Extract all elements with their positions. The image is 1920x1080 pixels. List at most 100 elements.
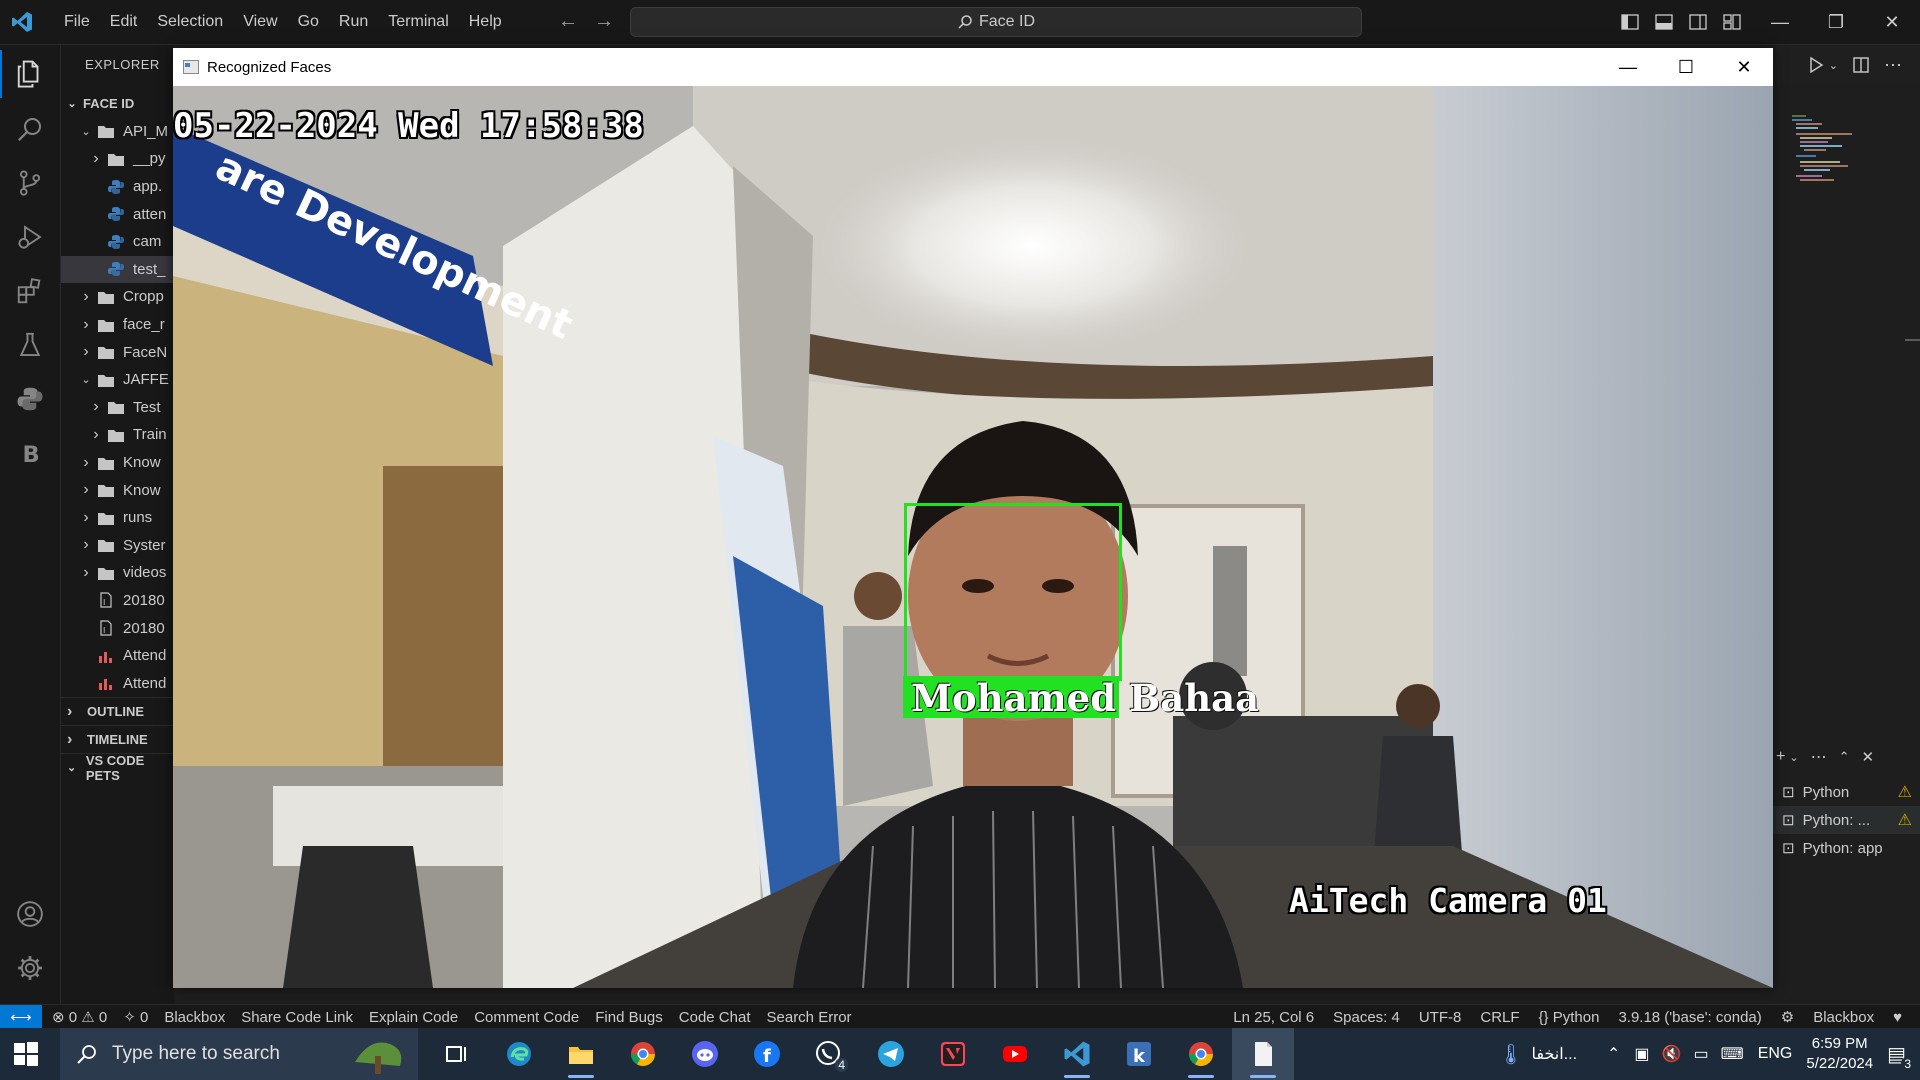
facebook-icon[interactable]: f	[736, 1028, 798, 1080]
file-explorer-icon[interactable]	[550, 1028, 612, 1080]
python-icon[interactable]	[12, 381, 48, 417]
blackbox-icon[interactable]: B	[12, 435, 48, 471]
discord-icon[interactable]	[674, 1028, 736, 1080]
maximize-panel-chevron-up-icon[interactable]: ⌃	[1839, 749, 1850, 765]
minimap[interactable]	[1782, 110, 1882, 200]
close-icon[interactable]: ✕	[1864, 0, 1920, 44]
ports-indicator[interactable]: ✧ 0	[123, 1008, 148, 1026]
battery-icon[interactable]: ▭	[1693, 1044, 1708, 1064]
run-dropdown-chevron-icon[interactable]: ⌄	[1829, 59, 1838, 72]
split-editor-icon[interactable]	[1852, 56, 1870, 74]
tree-item-folder[interactable]: › Test	[61, 394, 174, 422]
toggle-primary-sidebar-icon[interactable]	[1620, 12, 1640, 32]
problems-indicator[interactable]: ⊗ 0 ⚠ 0	[52, 1008, 107, 1026]
taskbar-search-box[interactable]: Type here to search	[60, 1028, 418, 1080]
tree-item-folder[interactable]: › runs	[61, 504, 174, 532]
menu-view[interactable]: View	[233, 13, 287, 31]
vscode-logo-icon[interactable]	[10, 10, 34, 34]
chrome-profile-icon[interactable]	[1170, 1028, 1232, 1080]
testing-flask-icon[interactable]	[12, 327, 48, 363]
edge-browser-icon[interactable]	[488, 1028, 550, 1080]
notifications-bell-icon[interactable]: ♥	[1893, 1009, 1902, 1026]
tree-item-folder[interactable]: › FaceN	[61, 338, 174, 366]
terminal-more-icon[interactable]: ⋯	[1811, 747, 1827, 767]
tree-item-folder[interactable]: › Cropp	[61, 283, 174, 311]
clock[interactable]: 6:59 PM 5/22/2024	[1806, 1034, 1873, 1074]
task-view-icon[interactable]	[426, 1028, 488, 1080]
weather-thermometer-icon[interactable]: 🌡	[1498, 1042, 1523, 1067]
explorer-icon[interactable]	[0, 50, 48, 98]
terminal-instance[interactable]: ⊡ Python ⚠	[1772, 778, 1920, 806]
file-encoding[interactable]: UTF-8	[1419, 1009, 1462, 1026]
indentation[interactable]: Spaces: 4	[1333, 1009, 1400, 1026]
tree-item-py[interactable]: atten	[61, 200, 174, 228]
status-explain-code[interactable]: Explain Code	[369, 1009, 458, 1026]
section-vs-code-pets[interactable]: ⌄ VS CODE PETS	[61, 753, 174, 783]
search-sidebar-icon[interactable]	[12, 111, 48, 147]
terminal-instance[interactable]: ⊡ Python: ... ⚠	[1772, 806, 1920, 834]
menu-help[interactable]: Help	[459, 13, 512, 31]
tree-item-folder[interactable]: › __py	[61, 145, 174, 173]
face-window-minimize-icon[interactable]: —	[1599, 48, 1657, 86]
face-window-titlebar[interactable]: Recognized Faces — ☐ ✕	[173, 48, 1773, 86]
customize-layout-icon[interactable]	[1722, 12, 1742, 32]
copilot-icon[interactable]: ⚙	[1781, 1008, 1794, 1026]
cursor-position[interactable]: Ln 25, Col 6	[1233, 1009, 1314, 1026]
face-window-close-icon[interactable]: ✕	[1715, 48, 1773, 86]
workspace-root[interactable]: ⌄ FACE ID	[61, 90, 174, 118]
menu-edit[interactable]: Edit	[100, 13, 148, 31]
run-debug-icon[interactable]	[12, 219, 48, 255]
menu-terminal[interactable]: Terminal	[378, 13, 458, 31]
toggle-secondary-sidebar-icon[interactable]	[1688, 12, 1708, 32]
network-icon[interactable]: ⌨	[1721, 1044, 1744, 1064]
status-find-bugs[interactable]: Find Bugs	[595, 1009, 663, 1026]
telegram-icon[interactable]	[860, 1028, 922, 1080]
tree-item-folder[interactable]: › Syster	[61, 532, 174, 560]
toggle-panel-icon[interactable]	[1654, 12, 1674, 32]
extensions-icon[interactable]	[12, 273, 48, 309]
remote-indicator-icon[interactable]: ⟷	[0, 1005, 42, 1029]
back-arrow-icon[interactable]: ←	[558, 10, 578, 33]
chrome-icon[interactable]	[612, 1028, 674, 1080]
menu-file[interactable]: File	[54, 13, 100, 31]
tree-item-py[interactable]: cam	[61, 228, 174, 256]
section-outline[interactable]: › OUTLINE	[61, 697, 174, 725]
language-mode[interactable]: {} Python	[1539, 1009, 1600, 1026]
menu-run[interactable]: Run	[329, 13, 378, 31]
menu-go[interactable]: Go	[288, 13, 329, 31]
face-window-maximize-icon[interactable]: ☐	[1657, 48, 1715, 86]
line-ending[interactable]: CRLF	[1480, 1009, 1519, 1026]
windows-start-icon[interactable]	[12, 1040, 40, 1068]
status-code-chat[interactable]: Code Chat	[679, 1009, 751, 1026]
volume-muted-icon[interactable]: 🔇	[1662, 1044, 1682, 1064]
minimize-icon[interactable]: —	[1752, 0, 1808, 44]
status-comment-code[interactable]: Comment Code	[474, 1009, 579, 1026]
menu-selection[interactable]: Selection	[147, 13, 233, 31]
vscode-taskbar-icon[interactable]	[1046, 1028, 1108, 1080]
terminal-instance[interactable]: ⊡ Python: app	[1772, 834, 1920, 862]
valorant-icon[interactable]	[922, 1028, 984, 1080]
status-share-code-link[interactable]: Share Code Link	[241, 1009, 353, 1026]
weather-text[interactable]: انخفا...	[1531, 1044, 1577, 1064]
tree-item-csv[interactable]: Attend	[61, 642, 174, 670]
command-center-search[interactable]: Face ID	[630, 7, 1362, 37]
source-control-icon[interactable]	[12, 165, 48, 201]
tree-item-folder[interactable]: › face_r	[61, 311, 174, 339]
status-blackbox[interactable]: Blackbox	[164, 1009, 225, 1026]
tree-item-folder[interactable]: › Train	[61, 421, 174, 449]
tree-item-py[interactable]: test_	[61, 255, 174, 284]
input-language[interactable]: ENG	[1758, 1045, 1793, 1063]
python-interpreter[interactable]: 3.9.18 ('base': conda)	[1618, 1009, 1761, 1026]
restore-icon[interactable]: ❐	[1808, 0, 1864, 44]
tree-item-folder[interactable]: › Know	[61, 449, 174, 477]
tree-item-folder[interactable]: › Know	[61, 476, 174, 504]
account-icon[interactable]	[12, 896, 48, 932]
show-hidden-icons-chevron-icon[interactable]: ⌃	[1607, 1044, 1620, 1064]
tree-item-py[interactable]: app.	[61, 173, 174, 201]
notification-center-icon[interactable]: ▤ 3	[1887, 1042, 1914, 1071]
forward-arrow-icon[interactable]: →	[594, 10, 614, 33]
tree-item-folder[interactable]: ⌄ JAFFE	[61, 366, 174, 394]
more-actions-icon[interactable]: ⋯	[1884, 55, 1902, 76]
tree-item-folder[interactable]: › videos	[61, 559, 174, 587]
status-search-error[interactable]: Search Error	[767, 1009, 852, 1026]
